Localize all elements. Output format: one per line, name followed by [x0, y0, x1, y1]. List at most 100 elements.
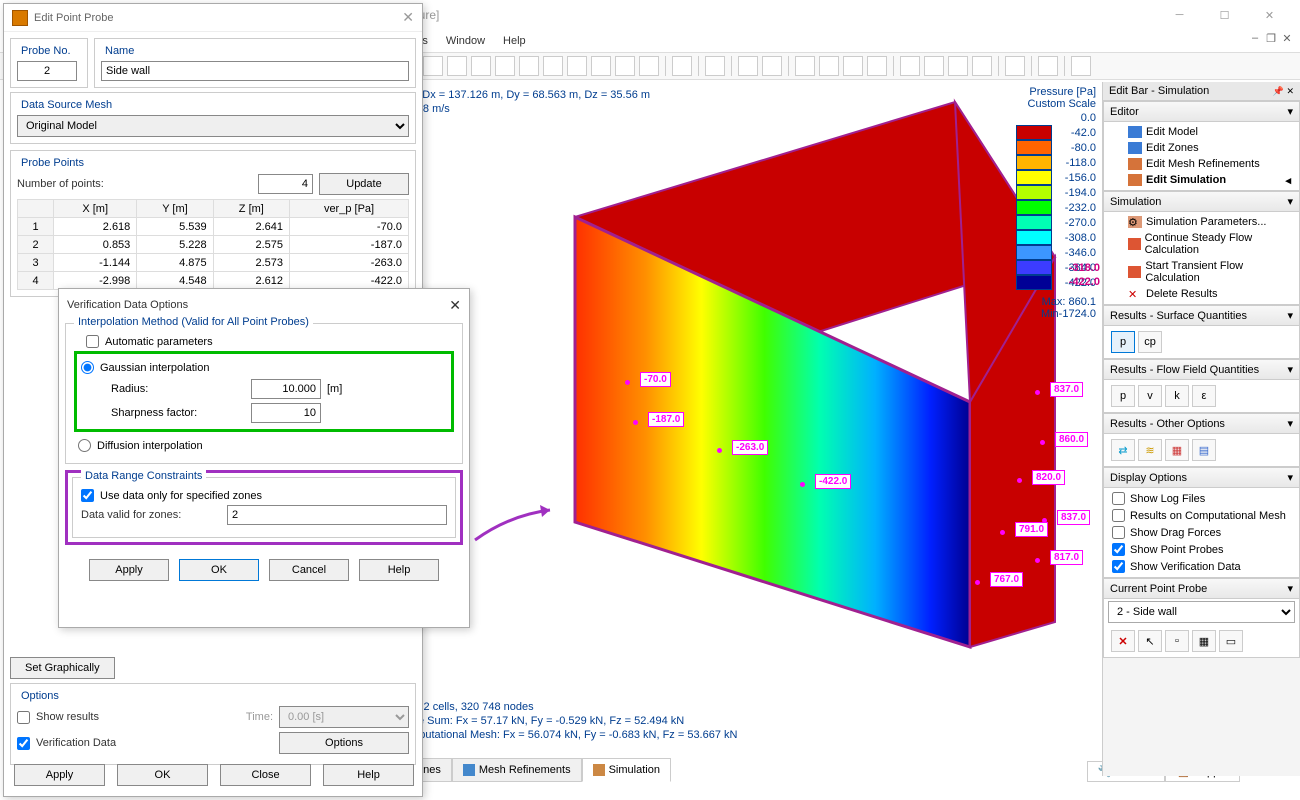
tool-24[interactable]: [1005, 56, 1025, 76]
maximize-button[interactable]: ☐: [1202, 0, 1247, 30]
options-button[interactable]: Options: [279, 732, 409, 754]
menu-window[interactable]: Window: [446, 35, 485, 47]
close-button[interactable]: Close: [220, 764, 311, 786]
probe-no-input[interactable]: [17, 61, 77, 81]
probe-tool-3[interactable]: ▦: [1192, 630, 1216, 652]
diffusion-radio[interactable]: [78, 439, 91, 452]
auto-params-check[interactable]: [86, 335, 99, 348]
tool-11[interactable]: [639, 56, 659, 76]
verify-apply-button[interactable]: Apply: [89, 559, 169, 581]
show-log-files-check[interactable]: [1112, 492, 1125, 505]
tool-5[interactable]: [495, 56, 515, 76]
tool-12[interactable]: [672, 56, 692, 76]
delete-results[interactable]: ✕Delete Results: [1108, 286, 1295, 302]
mdi-minimize[interactable]: –: [1248, 32, 1262, 45]
ok-button[interactable]: OK: [117, 764, 208, 786]
pin-icon[interactable]: 📌 ✕: [1273, 86, 1294, 97]
tool-2[interactable]: [423, 56, 443, 76]
show-verification-data-check[interactable]: [1112, 560, 1125, 573]
editor-section-hdr[interactable]: Editor▾: [1103, 101, 1300, 122]
continue-steady-flow[interactable]: Continue Steady Flow Calculation: [1108, 230, 1295, 258]
gaussian-radio[interactable]: [81, 361, 94, 374]
npts-input[interactable]: [258, 174, 313, 194]
e-button[interactable]: ε: [1192, 385, 1216, 407]
edit-model[interactable]: Edit Model: [1108, 124, 1295, 140]
mdi-close[interactable]: ✕: [1280, 32, 1294, 45]
tool-19[interactable]: [867, 56, 887, 76]
data-source-select[interactable]: Original Model: [17, 115, 409, 137]
menu-help[interactable]: Help: [503, 35, 526, 47]
show-drag-forces-check[interactable]: [1112, 526, 1125, 539]
tool-4[interactable]: [471, 56, 491, 76]
verify-dialog-titlebar[interactable]: Verification Data Options ✕: [59, 289, 469, 317]
3d-viewport[interactable]: ions: Dx = 137.126 m, Dy = 68.563 m, Dz …: [390, 82, 1100, 762]
tool-14[interactable]: [738, 56, 758, 76]
current-probe-select[interactable]: 2 - Side wall: [1108, 601, 1295, 623]
verification-data-check[interactable]: [17, 737, 30, 750]
tool-13[interactable]: [705, 56, 725, 76]
results-surface-hdr[interactable]: Results - Surface Quantities▾: [1103, 305, 1300, 326]
tool-16[interactable]: [795, 56, 815, 76]
results-comp-mesh-check[interactable]: [1112, 509, 1125, 522]
tab-mesh-refinements[interactable]: Mesh Refinements: [452, 758, 582, 782]
edit-zones[interactable]: Edit Zones: [1108, 140, 1295, 156]
close-button[interactable]: ✕: [1247, 0, 1292, 30]
start-transient-flow[interactable]: Start Transient Flow Calculation: [1108, 258, 1295, 286]
tool-7[interactable]: [543, 56, 563, 76]
apply-button[interactable]: Apply: [14, 764, 105, 786]
update-button[interactable]: Update: [319, 173, 409, 195]
ro-1[interactable]: ⇄: [1111, 439, 1135, 461]
show-point-probes-check[interactable]: [1112, 543, 1125, 556]
time-select[interactable]: 0.00 [s]: [279, 706, 409, 728]
edit-simulation[interactable]: Edit Simulation◂: [1108, 172, 1295, 188]
simulation-parameters[interactable]: ⚙Simulation Parameters...: [1108, 214, 1295, 230]
use-zones-check[interactable]: [81, 489, 94, 502]
delete-probe-button[interactable]: ✕: [1111, 630, 1135, 652]
tool-8[interactable]: [567, 56, 587, 76]
set-graphically-button[interactable]: Set Graphically: [10, 657, 115, 679]
k-button[interactable]: k: [1165, 385, 1189, 407]
verify-cancel-button[interactable]: Cancel: [269, 559, 349, 581]
pf-button[interactable]: p: [1111, 385, 1135, 407]
tool-21[interactable]: [924, 56, 944, 76]
simulation-section-hdr[interactable]: Simulation▾: [1103, 191, 1300, 212]
probe-tool-4[interactable]: ▭: [1219, 630, 1243, 652]
tool-10[interactable]: [615, 56, 635, 76]
minimize-button[interactable]: ─: [1157, 0, 1202, 30]
tab-simulation[interactable]: Simulation: [582, 758, 671, 782]
current-point-probe-hdr[interactable]: Current Point Probe▾: [1103, 578, 1300, 599]
help-button[interactable]: Help: [323, 764, 414, 786]
tool-18[interactable]: [843, 56, 863, 76]
results-flow-hdr[interactable]: Results - Flow Field Quantities▾: [1103, 359, 1300, 380]
ro-3[interactable]: ▦: [1165, 439, 1189, 461]
tool-23[interactable]: [972, 56, 992, 76]
radius-input[interactable]: [251, 379, 321, 399]
mdi-restore[interactable]: ❐: [1264, 32, 1278, 45]
sharpness-input[interactable]: [251, 403, 321, 423]
tool-20[interactable]: [900, 56, 920, 76]
tool-17[interactable]: [819, 56, 839, 76]
probe-points-table[interactable]: X [m]Y [m]Z [m]ver_p [Pa]12.6185.5392.64…: [17, 199, 409, 290]
tool-26[interactable]: [1071, 56, 1091, 76]
edit-mesh-refinements[interactable]: Edit Mesh Refinements: [1108, 156, 1295, 172]
tool-6[interactable]: [519, 56, 539, 76]
verify-ok-button[interactable]: OK: [179, 559, 259, 581]
ro-4[interactable]: ▤: [1192, 439, 1216, 461]
verify-dialog-close[interactable]: ✕: [449, 297, 461, 314]
cp-button[interactable]: cp: [1138, 331, 1162, 353]
show-results-check[interactable]: [17, 711, 30, 724]
p-button[interactable]: p: [1111, 331, 1135, 353]
display-options-hdr[interactable]: Display Options▾: [1103, 467, 1300, 488]
valid-zones-input[interactable]: [227, 505, 447, 525]
tool-15[interactable]: [762, 56, 782, 76]
probe-dialog-titlebar[interactable]: Edit Point Probe ✕: [4, 4, 422, 32]
verify-help-button[interactable]: Help: [359, 559, 439, 581]
probe-dialog-close[interactable]: ✕: [402, 9, 414, 26]
tool-22[interactable]: [948, 56, 968, 76]
name-input[interactable]: [101, 61, 409, 81]
tool-3[interactable]: [447, 56, 467, 76]
probe-tool-1[interactable]: ↖: [1138, 630, 1162, 652]
results-other-hdr[interactable]: Results - Other Options▾: [1103, 413, 1300, 434]
tool-9[interactable]: [591, 56, 611, 76]
ro-2[interactable]: ≋: [1138, 439, 1162, 461]
